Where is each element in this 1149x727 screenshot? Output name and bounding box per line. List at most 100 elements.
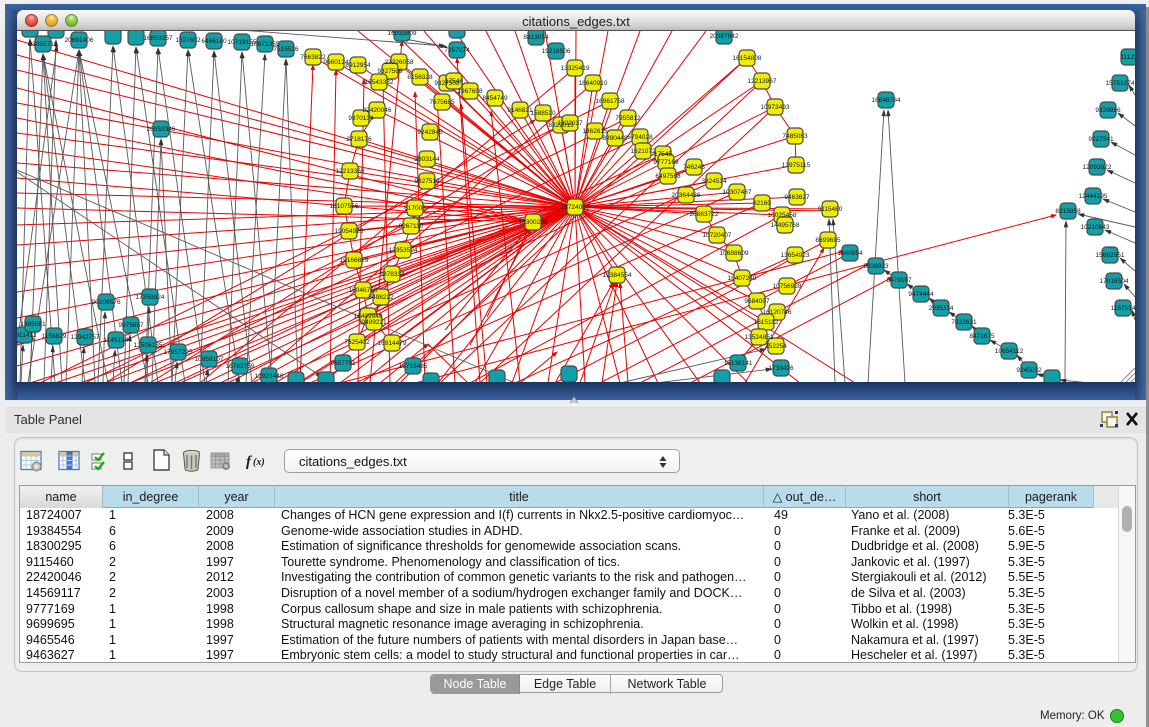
svg-text:152254: 152254 xyxy=(765,343,787,350)
svg-text:8267110: 8267110 xyxy=(399,223,424,230)
svg-text:8454749: 8454749 xyxy=(482,95,508,102)
svg-text:7515526: 7515526 xyxy=(273,46,299,53)
svg-text:9242845: 9242845 xyxy=(417,129,443,136)
svg-text:20863722: 20863722 xyxy=(690,211,719,218)
svg-text:6479197: 6479197 xyxy=(886,277,912,284)
svg-text:11123: 11123 xyxy=(1120,54,1135,61)
svg-text:10958107: 10958107 xyxy=(195,356,224,363)
svg-text:1145194: 1145194 xyxy=(104,337,129,344)
svg-text:20387642: 20387642 xyxy=(710,33,739,40)
svg-text:16107556: 16107556 xyxy=(330,203,359,210)
svg-text:12093822: 12093822 xyxy=(1083,164,1112,171)
svg-text:9115460: 9115460 xyxy=(818,206,843,213)
svg-text:18407249: 18407249 xyxy=(728,275,757,282)
svg-text:16961758: 16961758 xyxy=(596,98,625,105)
svg-text:18640910: 18640910 xyxy=(579,80,608,87)
svg-text:13654923: 13654923 xyxy=(781,252,810,259)
svg-text:10307487: 10307487 xyxy=(723,189,752,196)
svg-text:3911411: 3911411 xyxy=(17,332,37,339)
svg-text:23226058: 23226058 xyxy=(385,59,414,66)
svg-text:13325419: 13325419 xyxy=(561,65,590,72)
svg-text:62160: 62160 xyxy=(753,200,771,207)
svg-text:17545: 17545 xyxy=(654,151,672,158)
svg-text:8938923: 8938923 xyxy=(863,263,889,270)
svg-text:16648784: 16648784 xyxy=(872,97,901,104)
svg-text:23055713: 23055713 xyxy=(29,41,58,48)
svg-text:18724007: 18724007 xyxy=(561,204,590,211)
svg-text:2718176: 2718176 xyxy=(346,136,372,143)
svg-text:1362615: 1362615 xyxy=(582,128,608,135)
svg-text:7632621: 7632621 xyxy=(951,319,977,326)
svg-text:7955812: 7955812 xyxy=(615,115,641,122)
svg-text:617006: 617006 xyxy=(404,205,426,212)
svg-text:16033809: 16033809 xyxy=(388,31,417,37)
svg-text:17546: 17546 xyxy=(445,78,463,85)
svg-text:10756928: 10756928 xyxy=(773,283,802,290)
svg-text:(x): (x) xyxy=(253,457,265,468)
svg-text:13353594: 13353594 xyxy=(389,247,418,254)
svg-text:9463627: 9463627 xyxy=(784,194,810,201)
svg-text:14495768: 14495768 xyxy=(771,222,800,229)
svg-text:1588520: 1588520 xyxy=(530,110,556,117)
svg-text:15751074: 15751074 xyxy=(1106,80,1135,87)
svg-text:12213967: 12213967 xyxy=(748,78,777,85)
svg-text:19218506: 19218506 xyxy=(542,48,571,55)
svg-text:9777169: 9777169 xyxy=(653,159,679,166)
svg-text:12505135: 12505135 xyxy=(134,342,163,349)
svg-text:8156328: 8156328 xyxy=(407,74,433,81)
svg-text:9657791: 9657791 xyxy=(330,360,356,367)
svg-text:17359924: 17359924 xyxy=(136,294,165,301)
svg-text:16782759: 16782759 xyxy=(226,363,255,370)
svg-text:7357274: 7357274 xyxy=(444,47,470,54)
svg-text:19166829: 19166829 xyxy=(340,257,369,264)
svg-text:5498222: 5498222 xyxy=(368,294,394,301)
svg-text:1156829: 1156829 xyxy=(42,333,67,340)
svg-text:9327509: 9327509 xyxy=(377,68,403,75)
svg-text:8471675: 8471675 xyxy=(969,333,995,340)
svg-text:7485063: 7485063 xyxy=(782,133,808,140)
svg-text:1527602: 1527602 xyxy=(175,37,201,44)
svg-text:3824534: 3824534 xyxy=(701,178,727,185)
svg-text:8912954: 8912954 xyxy=(345,62,371,69)
svg-text:9489221: 9489221 xyxy=(361,319,387,326)
svg-text:16120746: 16120746 xyxy=(763,309,792,316)
svg-text:12213369: 12213369 xyxy=(336,168,365,175)
svg-text:7625402: 7625402 xyxy=(344,339,370,346)
svg-text:8215958: 8215958 xyxy=(1055,208,1081,215)
svg-text:16914479: 16914479 xyxy=(378,340,407,347)
svg-text:8878334: 8878334 xyxy=(379,271,405,278)
svg-text:9327512: 9327512 xyxy=(414,178,440,185)
svg-text:10973493: 10973493 xyxy=(761,104,790,111)
svg-text:10688609: 10688609 xyxy=(720,250,749,257)
svg-text:1640954: 1640954 xyxy=(837,250,863,257)
svg-text:12444195: 12444195 xyxy=(1079,193,1108,200)
svg-text:10210643: 10210643 xyxy=(1081,224,1110,231)
svg-text:19054925: 19054925 xyxy=(335,228,364,235)
svg-text:1733426: 1733426 xyxy=(768,365,794,372)
svg-text:6794028: 6794028 xyxy=(627,134,653,141)
svg-text:7663822: 7663822 xyxy=(300,54,326,61)
svg-text:13975115: 13975115 xyxy=(782,162,811,169)
svg-text:17016504: 17016504 xyxy=(1100,278,1129,285)
svg-text:16543382: 16543382 xyxy=(365,79,394,86)
svg-text:2803144: 2803144 xyxy=(414,156,440,163)
svg-text:18300295: 18300295 xyxy=(519,219,548,226)
svg-text:20364436: 20364436 xyxy=(672,192,701,199)
svg-text:15136141: 15136141 xyxy=(724,360,753,367)
svg-text:17957225: 17957225 xyxy=(164,349,193,356)
svg-text:1167534: 1167534 xyxy=(1111,305,1135,312)
svg-text:10720407: 10720407 xyxy=(703,232,732,239)
svg-text:15716485: 15716485 xyxy=(399,363,428,370)
svg-text:10654112: 10654112 xyxy=(995,348,1024,355)
svg-text:2935114: 2935114 xyxy=(929,305,954,312)
svg-text:9329966: 9329966 xyxy=(1095,107,1121,114)
svg-text:9227341: 9227341 xyxy=(1088,136,1114,143)
svg-text:6466160: 6466160 xyxy=(201,38,227,45)
svg-text:9474444: 9474444 xyxy=(908,291,934,298)
svg-text:f: f xyxy=(246,454,253,470)
svg-text:20691406: 20691406 xyxy=(65,37,94,44)
svg-text:9146821: 9146821 xyxy=(507,107,533,114)
svg-text:16853257: 16853257 xyxy=(144,35,173,42)
svg-text:1621072: 1621072 xyxy=(630,148,656,155)
svg-text:16046766: 16046766 xyxy=(349,287,378,294)
